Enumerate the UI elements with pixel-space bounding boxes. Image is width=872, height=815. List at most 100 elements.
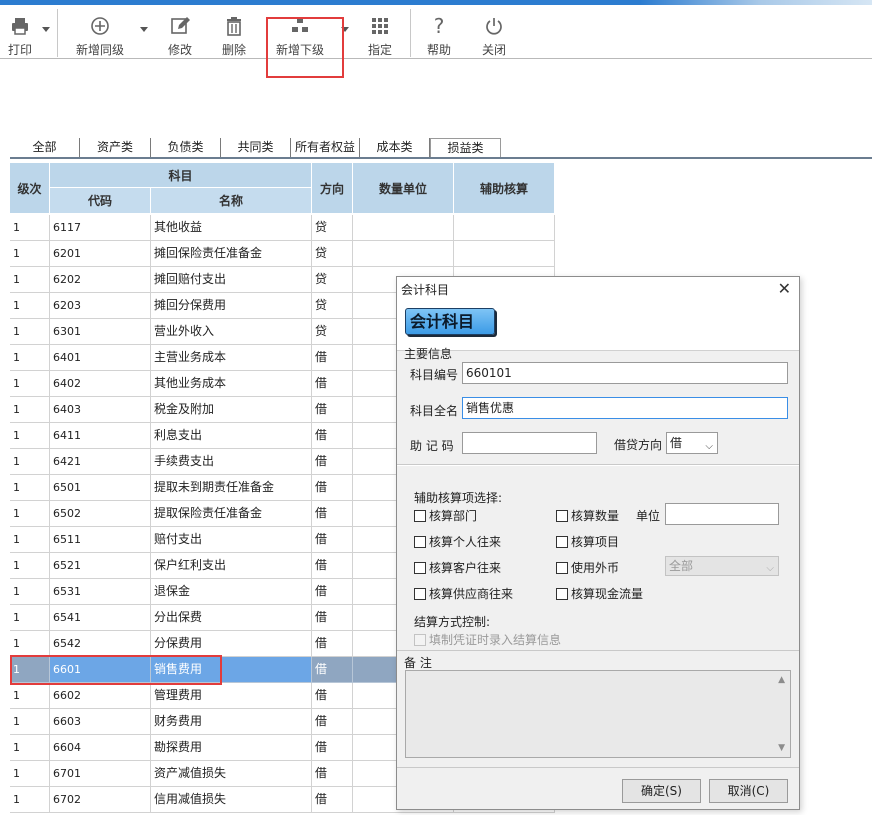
check-person[interactable]: 核算个人往来 [414, 533, 501, 550]
checkbox-icon [556, 587, 568, 600]
check-cashflow[interactable]: 核算现金流量 [556, 585, 643, 602]
print-dropdown-caret[interactable] [42, 27, 50, 32]
cell-dir: 借 [312, 449, 353, 475]
memo-textarea[interactable]: ▲ ▼ [405, 670, 791, 758]
check-dept-label: 核算部门 [429, 509, 478, 523]
checkbox-icon [556, 561, 568, 574]
close-label: 关闭 [481, 43, 506, 57]
check-qty[interactable]: 核算数量 [556, 507, 619, 524]
cell-level: 1 [10, 709, 50, 735]
cell-level: 1 [10, 267, 50, 293]
cell-code: 6202 [50, 267, 151, 293]
checkbox-icon [414, 535, 426, 548]
settle-heading: 结算方式控制: [414, 615, 491, 629]
tab-cost[interactable]: 成本类 [360, 138, 430, 158]
table-row[interactable]: 1 6117 其他收益贷 [10, 215, 555, 241]
direction-label: 借贷方向 [614, 438, 663, 452]
check-customer[interactable]: 核算客户往来 [414, 559, 501, 576]
printer-icon [12, 18, 28, 35]
cell-aux [454, 241, 555, 267]
help-button[interactable]: ? 帮助 [423, 5, 455, 59]
header-level[interactable]: 级次 [10, 163, 50, 214]
cell-name: 分出保费 [151, 605, 312, 631]
checkbox-icon [414, 633, 426, 646]
tab-assets[interactable]: 资产类 [80, 138, 151, 158]
checkbox-icon [414, 509, 426, 522]
unit-input[interactable] [665, 503, 779, 525]
scroll-up-icon[interactable]: ▲ [778, 675, 785, 685]
header-subject: 科目 [50, 163, 312, 188]
check-qty-label: 核算数量 [571, 509, 620, 523]
cell-dir: 借 [312, 553, 353, 579]
chevron-down-icon: ⌵ [766, 563, 774, 574]
cell-code: 6117 [50, 215, 151, 241]
cancel-button[interactable]: 取消(C) [709, 779, 788, 803]
check-settle: 填制凭证时录入结算信息 [414, 631, 561, 648]
check-supplier[interactable]: 核算供应商往来 [414, 585, 513, 602]
cell-name: 摊回分保费用 [151, 293, 312, 319]
add-same-level-button[interactable]: 新增同级 [72, 5, 128, 59]
check-supplier-label: 核算供应商往来 [429, 587, 514, 601]
check-dept[interactable]: 核算部门 [414, 507, 477, 524]
assign-button[interactable]: 指定 [364, 5, 396, 59]
cell-level: 1 [10, 579, 50, 605]
tab-all[interactable]: 全部 [10, 138, 80, 158]
header-aux[interactable]: 辅助核算 [454, 163, 555, 214]
close-icon[interactable]: ✕ [778, 279, 791, 298]
cell-dir: 贷 [312, 241, 353, 267]
cell-level: 1 [10, 501, 50, 527]
tab-profit-loss[interactable]: 损益类 [430, 138, 501, 159]
dialog-badge: 会计科目 [405, 308, 495, 335]
delete-button[interactable]: 删除 [218, 5, 250, 59]
tabs-underline [10, 157, 872, 159]
cell-aux [454, 215, 555, 241]
header-code[interactable]: 代码 [50, 188, 151, 214]
cell-level: 1 [10, 631, 50, 657]
tab-liabilities[interactable]: 负债类 [151, 138, 221, 158]
plus-circle-icon [91, 17, 109, 35]
tab-equity[interactable]: 所有者权益 [291, 138, 360, 158]
header-direction[interactable]: 方向 [312, 163, 353, 214]
mnemonic-input[interactable] [462, 432, 597, 454]
cell-dir: 贷 [312, 293, 353, 319]
grid-icon [372, 18, 388, 34]
check-project[interactable]: 核算项目 [556, 533, 619, 550]
check-project-label: 核算项目 [571, 535, 620, 549]
table-row[interactable]: 1 6201 摊回保险责任准备金贷 [10, 241, 555, 267]
scroll-down-icon[interactable]: ▼ [778, 743, 785, 753]
tab-common[interactable]: 共同类 [221, 138, 291, 158]
cell-name: 分保费用 [151, 631, 312, 657]
cell-name: 勘探费用 [151, 735, 312, 761]
cell-code: 6421 [50, 449, 151, 475]
cell-level: 1 [10, 293, 50, 319]
cell-level: 1 [10, 397, 50, 423]
fullname-input[interactable]: 销售优惠 [462, 397, 788, 419]
cell-dir: 借 [312, 683, 353, 709]
ok-button[interactable]: 确定(S) [622, 779, 701, 803]
memo-label: 备 注 [404, 656, 432, 670]
divider-highlight [397, 465, 799, 466]
code-input[interactable]: 660101 [462, 362, 788, 384]
cell-name: 提取未到期责任准备金 [151, 475, 312, 501]
cell-name: 其他业务成本 [151, 371, 312, 397]
cell-level: 1 [10, 371, 50, 397]
close-button[interactable]: 关闭 [478, 5, 510, 59]
edit-button[interactable]: 修改 [164, 5, 196, 59]
chevron-down-icon: ⌵ [705, 441, 713, 452]
divider [397, 767, 799, 768]
check-foreign[interactable]: 使用外币 [556, 559, 619, 576]
header-unit[interactable]: 数量单位 [353, 163, 454, 214]
cell-code: 6203 [50, 293, 151, 319]
print-button[interactable]: 打印 [4, 5, 36, 59]
edit-icon [171, 17, 190, 34]
cell-dir: 借 [312, 371, 353, 397]
cell-dir: 借 [312, 423, 353, 449]
cell-level: 1 [10, 553, 50, 579]
cell-level: 1 [10, 761, 50, 787]
dialog-titlebar: 会计科目 ✕ [397, 277, 799, 299]
header-name[interactable]: 名称 [151, 188, 312, 214]
cell-dir: 贷 [312, 215, 353, 241]
print-label: 打印 [7, 43, 32, 57]
add-same-dropdown-caret[interactable] [140, 27, 148, 32]
direction-select[interactable]: 借 ⌵ [666, 432, 718, 454]
